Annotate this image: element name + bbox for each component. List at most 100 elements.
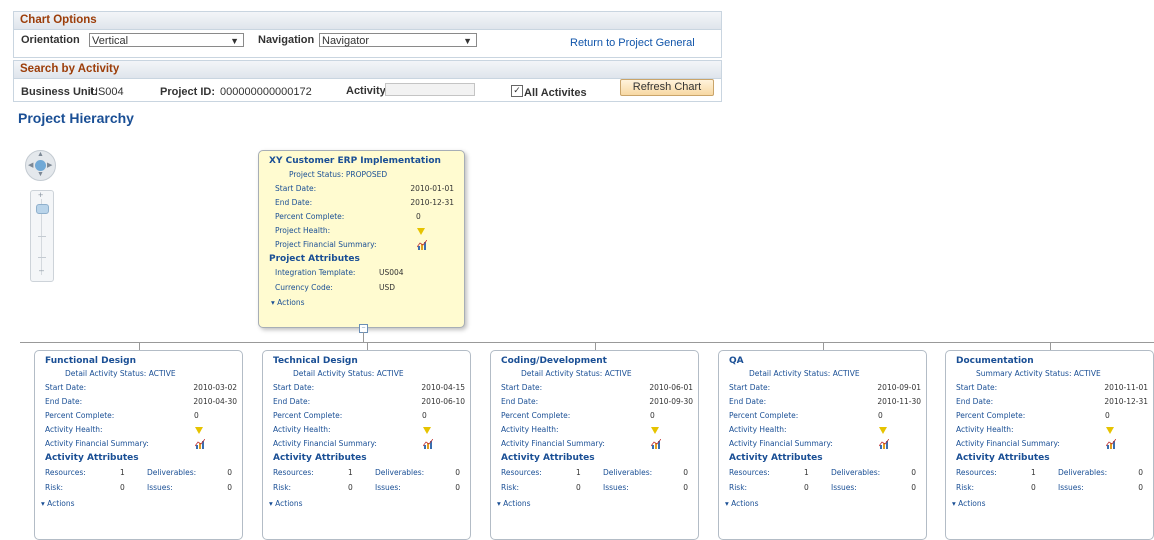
financial-chart-icon[interactable] — [1106, 439, 1116, 449]
business-unit-value: US004 — [90, 86, 124, 98]
actions-label: Actions — [503, 499, 531, 508]
navigation-select[interactable]: Navigator ▼ — [319, 33, 477, 47]
issues-value: 0 — [683, 483, 688, 492]
start-date-value: 2010-03-02 — [193, 383, 237, 392]
connector-line — [1050, 342, 1051, 350]
percent-complete-value: 0 — [416, 212, 421, 221]
activity-title: Functional Design — [45, 356, 136, 366]
actions-label: Actions — [275, 499, 303, 508]
actions-menu[interactable]: ▾ Actions — [725, 499, 759, 508]
activity-status: Detail Activity Status: ACTIVE — [293, 369, 404, 378]
percent-complete-value: 0 — [878, 411, 883, 420]
page-title: Project Hierarchy — [18, 110, 134, 126]
deliverables-value: 0 — [227, 468, 232, 477]
refresh-chart-button[interactable]: Refresh Chart — [620, 79, 714, 96]
pan-left-icon[interactable]: ◀ — [28, 161, 33, 169]
pan-right-icon[interactable]: ▶ — [47, 161, 52, 169]
chevron-down-icon: ▼ — [463, 36, 472, 46]
pan-down-icon[interactable]: ▼ — [37, 171, 44, 178]
connector-line — [363, 332, 364, 342]
all-activities-checkbox[interactable]: ✓ — [511, 85, 523, 97]
risk-label: Risk: — [729, 483, 748, 492]
end-date-label: End Date: — [729, 397, 767, 406]
activity-health-label: Activity Health: — [956, 425, 1014, 434]
activity-attributes-header: Activity Attributes — [956, 453, 1050, 463]
percent-complete-label: Percent Complete: — [45, 411, 115, 420]
activity-status: Detail Activity Status: ACTIVE — [65, 369, 176, 378]
orientation-select[interactable]: Vertical ▼ — [89, 33, 244, 47]
start-date-value: 2010-09-01 — [877, 383, 921, 392]
end-date-value: 2010-12-31 — [410, 198, 454, 207]
zoom-slider[interactable]: + – — [30, 190, 54, 282]
deliverables-label: Deliverables: — [831, 468, 881, 477]
activity-health-label: Activity Health: — [273, 425, 331, 434]
risk-value: 0 — [804, 483, 809, 492]
resources-label: Resources: — [501, 468, 542, 477]
start-date-label: Start Date: — [729, 383, 771, 392]
deliverables-value: 0 — [455, 468, 460, 477]
activity-node-card[interactable]: Documentation Summary Activity Status: AC… — [945, 350, 1154, 540]
financial-chart-icon[interactable] — [195, 439, 205, 449]
health-warning-icon — [417, 228, 425, 235]
risk-value: 0 — [576, 483, 581, 492]
risk-label: Risk: — [956, 483, 975, 492]
deliverables-value: 0 — [911, 468, 916, 477]
financial-chart-icon[interactable] — [879, 439, 889, 449]
actions-menu[interactable]: ▾ Actions — [952, 499, 986, 508]
percent-complete-label: Percent Complete: — [956, 411, 1026, 420]
actions-menu[interactable]: ▾ Actions — [271, 298, 305, 307]
integration-template-value: US004 — [379, 268, 404, 277]
end-date-label: End Date: — [45, 397, 83, 406]
activity-health-label: Activity Health: — [45, 425, 103, 434]
activity-financial-summary-label: Activity Financial Summary: — [273, 439, 377, 448]
resources-label: Resources: — [45, 468, 86, 477]
currency-code-value: USD — [379, 283, 396, 292]
risk-value: 0 — [120, 483, 125, 492]
activity-node-card[interactable]: QA Detail Activity Status: ACTIVE Start Da… — [718, 350, 927, 540]
percent-complete-label: Percent Complete: — [275, 212, 345, 221]
all-activities-label: All Activites — [524, 87, 587, 99]
resources-value: 1 — [576, 468, 581, 477]
activity-financial-summary-label: Activity Financial Summary: — [729, 439, 833, 448]
financial-chart-icon[interactable] — [417, 240, 427, 250]
integration-template-label: Integration Template: — [275, 268, 356, 277]
percent-complete-value: 0 — [1105, 411, 1110, 420]
percent-complete-value: 0 — [650, 411, 655, 420]
actions-menu[interactable]: ▾ Actions — [269, 499, 303, 508]
pan-control[interactable]: ▲ ◀ ▶ ▼ — [25, 150, 56, 181]
actions-label: Actions — [47, 499, 75, 508]
financial-chart-icon[interactable] — [651, 439, 661, 449]
financial-chart-icon[interactable] — [423, 439, 433, 449]
resources-label: Resources: — [729, 468, 770, 477]
pan-center-icon[interactable] — [35, 160, 46, 171]
deliverables-value: 0 — [683, 468, 688, 477]
start-date-label: Start Date: — [275, 184, 317, 193]
zoom-handle[interactable] — [36, 204, 49, 214]
actions-menu[interactable]: ▾ Actions — [41, 499, 75, 508]
end-date-value: 2010-04-30 — [193, 397, 237, 406]
start-date-value: 2010-06-01 — [649, 383, 693, 392]
activity-node-card[interactable]: Functional Design Detail Activity Status:… — [34, 350, 243, 540]
zoom-out-icon[interactable]: – — [39, 265, 44, 275]
project-node-card[interactable]: XY Customer ERP Implementation Project S… — [258, 150, 465, 328]
start-date-label: Start Date: — [956, 383, 998, 392]
percent-complete-label: Percent Complete: — [273, 411, 343, 420]
activity-input[interactable] — [385, 83, 475, 96]
risk-value: 0 — [1031, 483, 1036, 492]
return-to-project-general-link[interactable]: Return to Project General — [570, 37, 695, 49]
project-status: Project Status: PROPOSED — [289, 170, 388, 179]
zoom-tick — [38, 236, 46, 237]
project-health-label: Project Health: — [275, 226, 331, 235]
activity-node-card[interactable]: Technical Design Detail Activity Status: … — [262, 350, 471, 540]
end-date-value: 2010-12-31 — [1104, 397, 1148, 406]
issues-label: Issues: — [831, 483, 857, 492]
navigation-label: Navigation — [258, 34, 315, 46]
activity-label: Activity: — [346, 85, 390, 97]
end-date-value: 2010-09-30 — [649, 397, 693, 406]
pan-up-icon[interactable]: ▲ — [37, 151, 44, 158]
zoom-tick — [38, 257, 46, 258]
zoom-in-icon[interactable]: + — [38, 190, 43, 200]
activity-attributes-header: Activity Attributes — [273, 453, 367, 463]
activity-node-card[interactable]: Coding/Development Detail Activity Status… — [490, 350, 699, 540]
actions-menu[interactable]: ▾ Actions — [497, 499, 531, 508]
